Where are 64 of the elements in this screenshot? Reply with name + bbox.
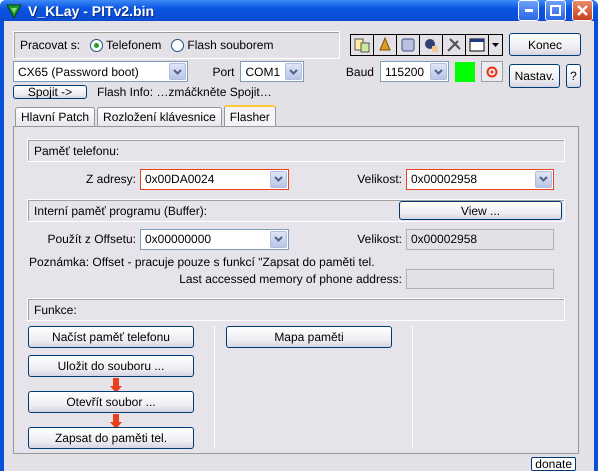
docs-icon[interactable] xyxy=(354,37,370,53)
dropdown-button[interactable] xyxy=(270,230,287,248)
mode-label: Pracovat s: xyxy=(20,38,80,52)
section-title: Interní paměť programu (Buffer): xyxy=(34,204,208,218)
dropdown-button[interactable] xyxy=(284,63,302,80)
function-button[interactable]: Mapa paměti xyxy=(226,326,392,348)
chevron-down-icon xyxy=(434,68,444,74)
size-label: Velikost: xyxy=(356,172,403,186)
target-icon xyxy=(486,66,498,78)
donate-button[interactable]: donate xyxy=(531,457,576,471)
function-button[interactable]: Načíst paměť telefonu xyxy=(28,326,194,348)
chevron-down-icon xyxy=(173,68,182,74)
address-label: Z adresy: xyxy=(84,172,137,186)
baud-label: Baud xyxy=(346,64,374,78)
note-text: Poznámka: Offset - pracuje pouze s funkcí "Zapsat do paměti tel. xyxy=(28,255,376,269)
dropdown-button[interactable] xyxy=(430,63,448,80)
port-dropdown[interactable]: COM1 xyxy=(240,61,304,82)
baud-dropdown[interactable]: 115200 xyxy=(380,61,450,82)
connect-button[interactable]: Spojit -> xyxy=(13,85,87,99)
settings-button[interactable]: Nastav. xyxy=(509,64,560,88)
chevron-down-icon xyxy=(539,176,548,182)
radio-button[interactable] xyxy=(171,38,184,52)
stop-button[interactable] xyxy=(481,61,503,82)
status-indicator xyxy=(455,62,476,82)
tab[interactable]: Rozložení klávesnice xyxy=(97,107,222,126)
close-button[interactable] xyxy=(572,0,593,21)
offset-dropdown[interactable]: 0x00000000 xyxy=(140,228,289,250)
tab[interactable]: Flasher xyxy=(224,105,276,126)
logo-icon xyxy=(6,2,22,18)
maximize-button[interactable] xyxy=(545,0,566,21)
offset-label: Použít z Offsetu: xyxy=(46,232,137,246)
chevron-down-icon xyxy=(274,236,283,242)
model-dropdown[interactable]: CX65 (Password boot) xyxy=(13,61,188,82)
close-icon xyxy=(577,5,588,16)
minimize-button[interactable] xyxy=(518,0,539,21)
section-title: Funkce: xyxy=(34,302,77,316)
radio-button[interactable] xyxy=(90,38,104,52)
close-app-button[interactable]: Konec xyxy=(509,33,581,56)
size-field: 0x00002958 xyxy=(406,228,554,250)
dropdown-button[interactable] xyxy=(270,170,287,188)
size-label: Velikost: xyxy=(356,232,403,246)
help-button[interactable]: ? xyxy=(566,64,581,88)
function-button[interactable]: Otevřít soubor ... xyxy=(28,391,194,413)
function-button[interactable]: Uložit do souboru ... xyxy=(28,355,194,377)
tab[interactable]: Hlavní Patch xyxy=(15,107,96,126)
dropdown-button[interactable] xyxy=(535,170,552,188)
window-icon[interactable] xyxy=(469,37,485,53)
view-button[interactable]: View ... xyxy=(399,201,562,220)
function-button[interactable]: Zapsat do paměti tel. xyxy=(28,427,194,449)
last-accessed-label: Last accessed memory of phone address: xyxy=(178,272,403,286)
size-dropdown[interactable]: 0x00002958 xyxy=(406,168,554,190)
flash-info-text: Flash Info: …zmáčkněte Spojit… xyxy=(97,85,272,99)
chevron-down-icon xyxy=(288,68,298,74)
caret-icon[interactable] xyxy=(492,43,499,47)
radio-label[interactable]: Flash souborem xyxy=(187,38,274,52)
dropdown-button[interactable] xyxy=(169,63,186,80)
port-label: Port xyxy=(212,64,234,78)
address-dropdown[interactable]: 0x00DA0024 xyxy=(140,168,289,190)
section-title: Paměť telefonu: xyxy=(34,144,120,158)
minimize-icon xyxy=(524,9,532,12)
radio-label[interactable]: Telefonem xyxy=(106,38,162,52)
maximize-icon xyxy=(550,5,561,16)
window-title: V_KLay - PITv2.bin xyxy=(28,2,156,18)
chevron-down-icon xyxy=(274,176,283,182)
